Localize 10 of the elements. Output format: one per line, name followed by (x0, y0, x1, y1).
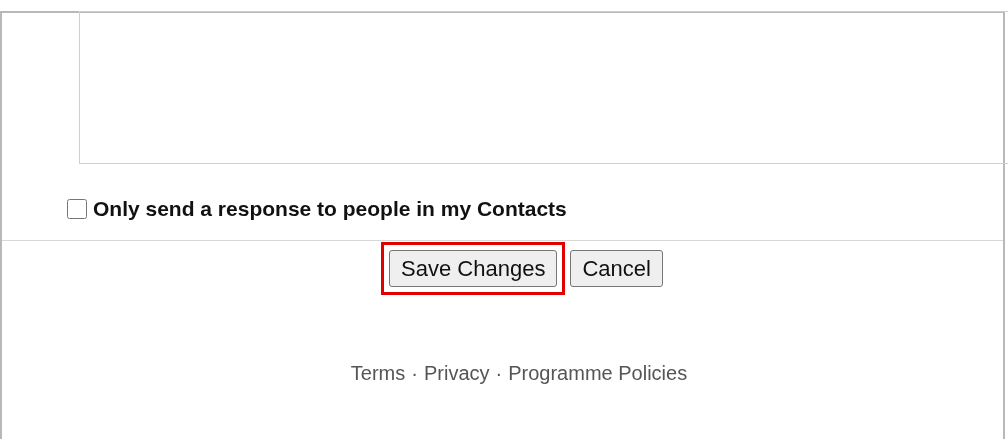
footer-link[interactable]: Terms (350, 358, 406, 388)
checkbox-label: Only send a response to people in my Contacts (93, 196, 567, 223)
separator-dot: · (495, 361, 503, 386)
form-button[interactable]: Cancel (570, 250, 663, 287)
contacts-checkbox[interactable] (67, 199, 87, 219)
footer-link[interactable]: Programme Policies (508, 358, 688, 388)
form-button[interactable]: Save Changes (389, 250, 558, 287)
separator-dot: · (411, 361, 418, 386)
footer-link[interactable]: Privacy (423, 358, 490, 388)
message-field[interactable] (79, 11, 1008, 164)
